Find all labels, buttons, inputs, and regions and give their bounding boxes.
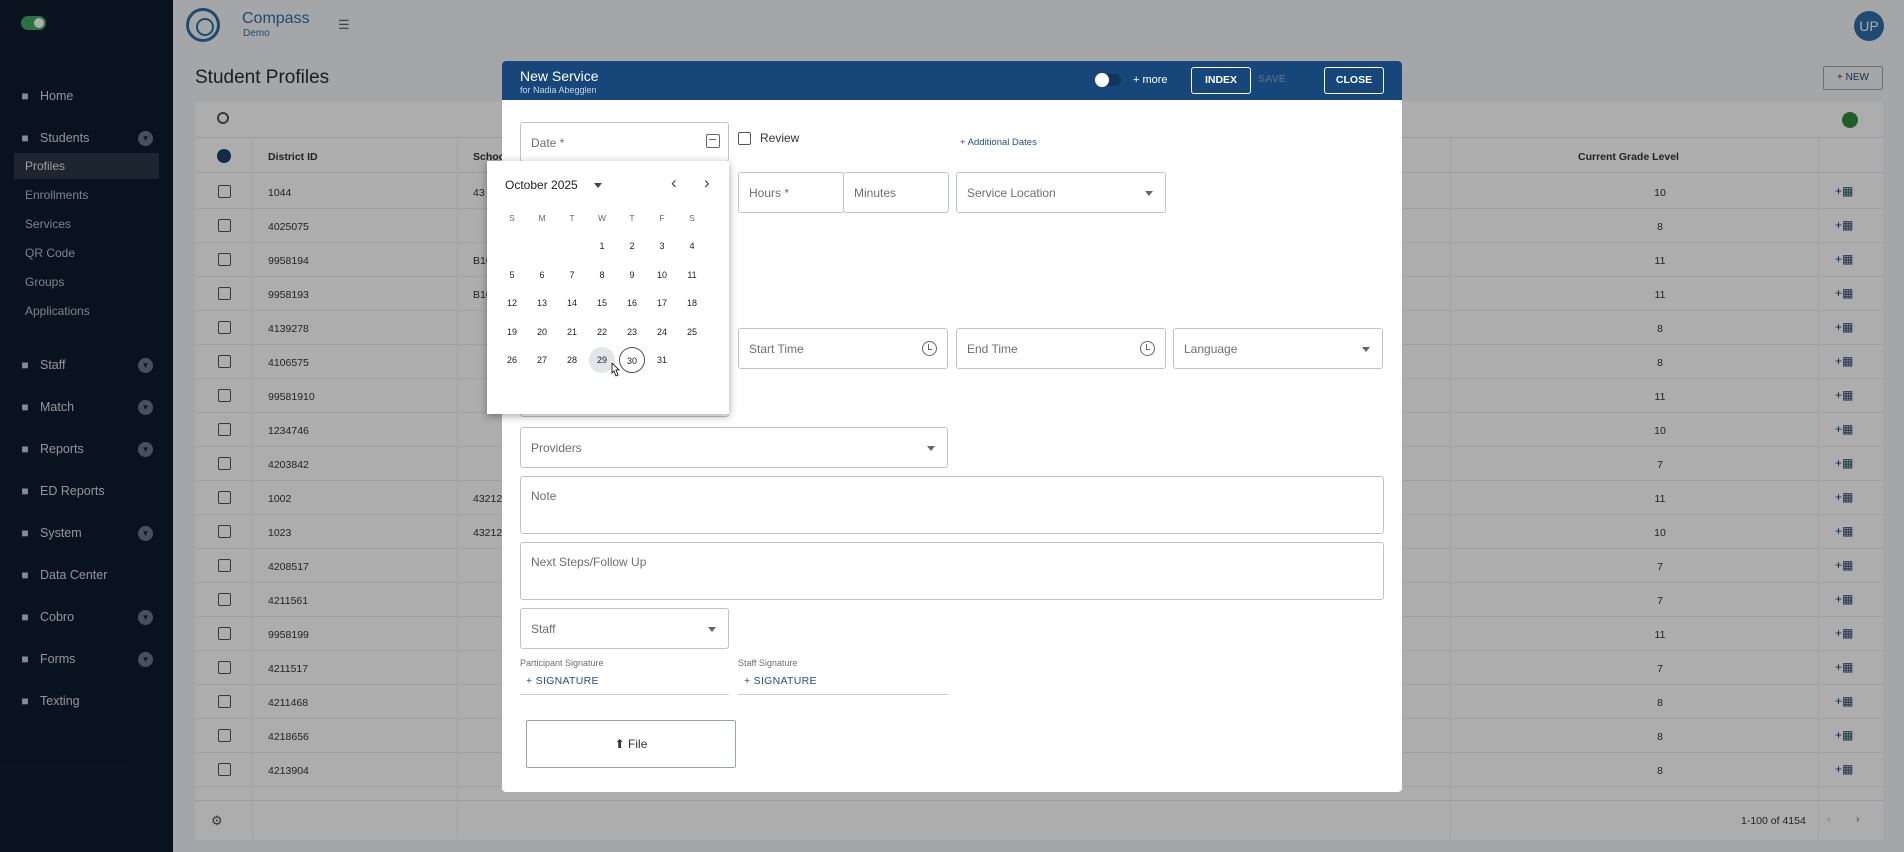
next-steps-field[interactable]: Next Steps/Follow Up [520, 542, 1384, 600]
modal-title: New Service [520, 68, 599, 84]
participant-signature-button[interactable]: + SIGNATURE [520, 675, 729, 695]
minutes-field[interactable]: Minutes [843, 172, 949, 213]
calendar-day[interactable]: 5 [499, 262, 525, 288]
file-upload-button[interactable]: ⬆ File [526, 720, 736, 768]
calendar-day[interactable]: 30 [619, 347, 645, 373]
service-location-select[interactable]: Service Location [956, 172, 1166, 213]
calendar-day[interactable]: 1 [589, 233, 615, 259]
staff-select[interactable]: Staff [520, 608, 729, 649]
weekday-label: M [538, 213, 546, 223]
calendar-day[interactable]: 26 [499, 347, 525, 373]
start-time-label: Start Time [749, 342, 804, 356]
clock-icon[interactable] [1140, 340, 1155, 356]
calendar-month-label[interactable]: October 2025 [505, 178, 578, 192]
weekday-label: F [659, 213, 665, 223]
date-picker-popup: October 2025 ‹ › S M T W T F S 1 2 3 4 5 6 7 8 9 10 11 12 1… [487, 161, 729, 414]
calendar-day[interactable]: 11 [679, 262, 705, 288]
chevron-down-icon [1145, 190, 1153, 196]
calendar-day[interactable]: 27 [529, 347, 555, 373]
modal-header: New Service for Nadia Abegglen + more IN… [502, 61, 1402, 100]
providers-label: Providers [531, 441, 582, 455]
clock-icon[interactable] [922, 340, 937, 356]
more-label: + more [1133, 74, 1168, 86]
save-button[interactable]: SAVE [1258, 73, 1286, 85]
chevron-down-icon [1362, 346, 1370, 352]
note-field[interactable]: Note [520, 476, 1384, 534]
language-label: Language [1184, 342, 1238, 356]
calendar-day[interactable]: 20 [529, 319, 555, 345]
upload-icon: ⬆ [614, 737, 625, 751]
chevron-down-icon [927, 445, 935, 451]
end-time-field[interactable]: End Time [956, 328, 1166, 369]
modal-subtitle: for Nadia Abegglen [520, 85, 597, 95]
service-location-label: Service Location [967, 186, 1056, 200]
participant-signature-label: Participant Signature [520, 658, 604, 668]
file-button-label: File [628, 737, 648, 751]
calendar-day[interactable]: 22 [589, 319, 615, 345]
prev-month-icon[interactable]: ‹ [671, 173, 677, 193]
staff-signature-label: Staff Signature [738, 658, 798, 668]
hours-field[interactable]: Hours * [738, 172, 844, 213]
pointer-cursor-icon [611, 363, 620, 377]
calendar-day[interactable]: 7 [559, 262, 585, 288]
review-checkbox[interactable] [738, 132, 751, 145]
calendar-day[interactable]: 13 [529, 290, 555, 316]
staff-signature-button[interactable]: + SIGNATURE [738, 675, 948, 695]
month-dropdown-icon[interactable] [594, 183, 602, 188]
note-label: Note [531, 489, 557, 503]
minutes-label: Minutes [854, 186, 897, 200]
weekday-label: S [689, 213, 695, 223]
weekday-label: T [629, 213, 635, 223]
language-select[interactable]: Language [1173, 328, 1383, 369]
end-time-label: End Time [967, 342, 1018, 356]
calendar-day[interactable]: 3 [649, 233, 675, 259]
calendar-day[interactable]: 21 [559, 319, 585, 345]
start-time-field[interactable]: Start Time [738, 328, 948, 369]
calendar-day[interactable]: 31 [649, 347, 675, 373]
calendar-day[interactable]: 24 [649, 319, 675, 345]
calendar-day[interactable]: 16 [619, 290, 645, 316]
calendar-day[interactable]: 23 [619, 319, 645, 345]
more-toggle[interactable] [1095, 73, 1121, 87]
calendar-day[interactable]: 10 [649, 262, 675, 288]
date-label: Date * [531, 136, 565, 150]
calendar-day[interactable]: 9 [619, 262, 645, 288]
next-month-icon[interactable]: › [704, 173, 710, 193]
calendar-day[interactable]: 15 [589, 290, 615, 316]
calendar-day[interactable]: 19 [499, 319, 525, 345]
review-label: Review [760, 131, 800, 145]
close-button[interactable]: CLOSE [1324, 67, 1384, 94]
calendar-day[interactable]: 25 [679, 319, 705, 345]
calendar-day[interactable]: 28 [559, 347, 585, 373]
calendar-day[interactable]: 2 [619, 233, 645, 259]
additional-dates-link[interactable]: + Additional Dates [960, 137, 1037, 148]
calendar-day[interactable]: 8 [589, 262, 615, 288]
index-button[interactable]: INDEX [1191, 67, 1251, 94]
date-field[interactable]: Date * [520, 122, 729, 162]
chevron-down-icon [708, 626, 716, 632]
weekday-label: S [509, 213, 515, 223]
weekday-label: T [569, 213, 575, 223]
next-steps-label: Next Steps/Follow Up [531, 555, 647, 569]
calendar-day[interactable]: 17 [649, 290, 675, 316]
calendar-day[interactable]: 12 [499, 290, 525, 316]
providers-select[interactable]: Providers [520, 427, 948, 468]
weekday-label: W [597, 213, 607, 223]
calendar-icon[interactable] [706, 134, 720, 148]
staff-label: Staff [531, 622, 556, 636]
hours-label: Hours * [749, 186, 790, 200]
calendar-day[interactable]: 18 [679, 290, 705, 316]
calendar-day[interactable]: 4 [679, 233, 705, 259]
calendar-day[interactable]: 6 [529, 262, 555, 288]
calendar-day[interactable]: 14 [559, 290, 585, 316]
